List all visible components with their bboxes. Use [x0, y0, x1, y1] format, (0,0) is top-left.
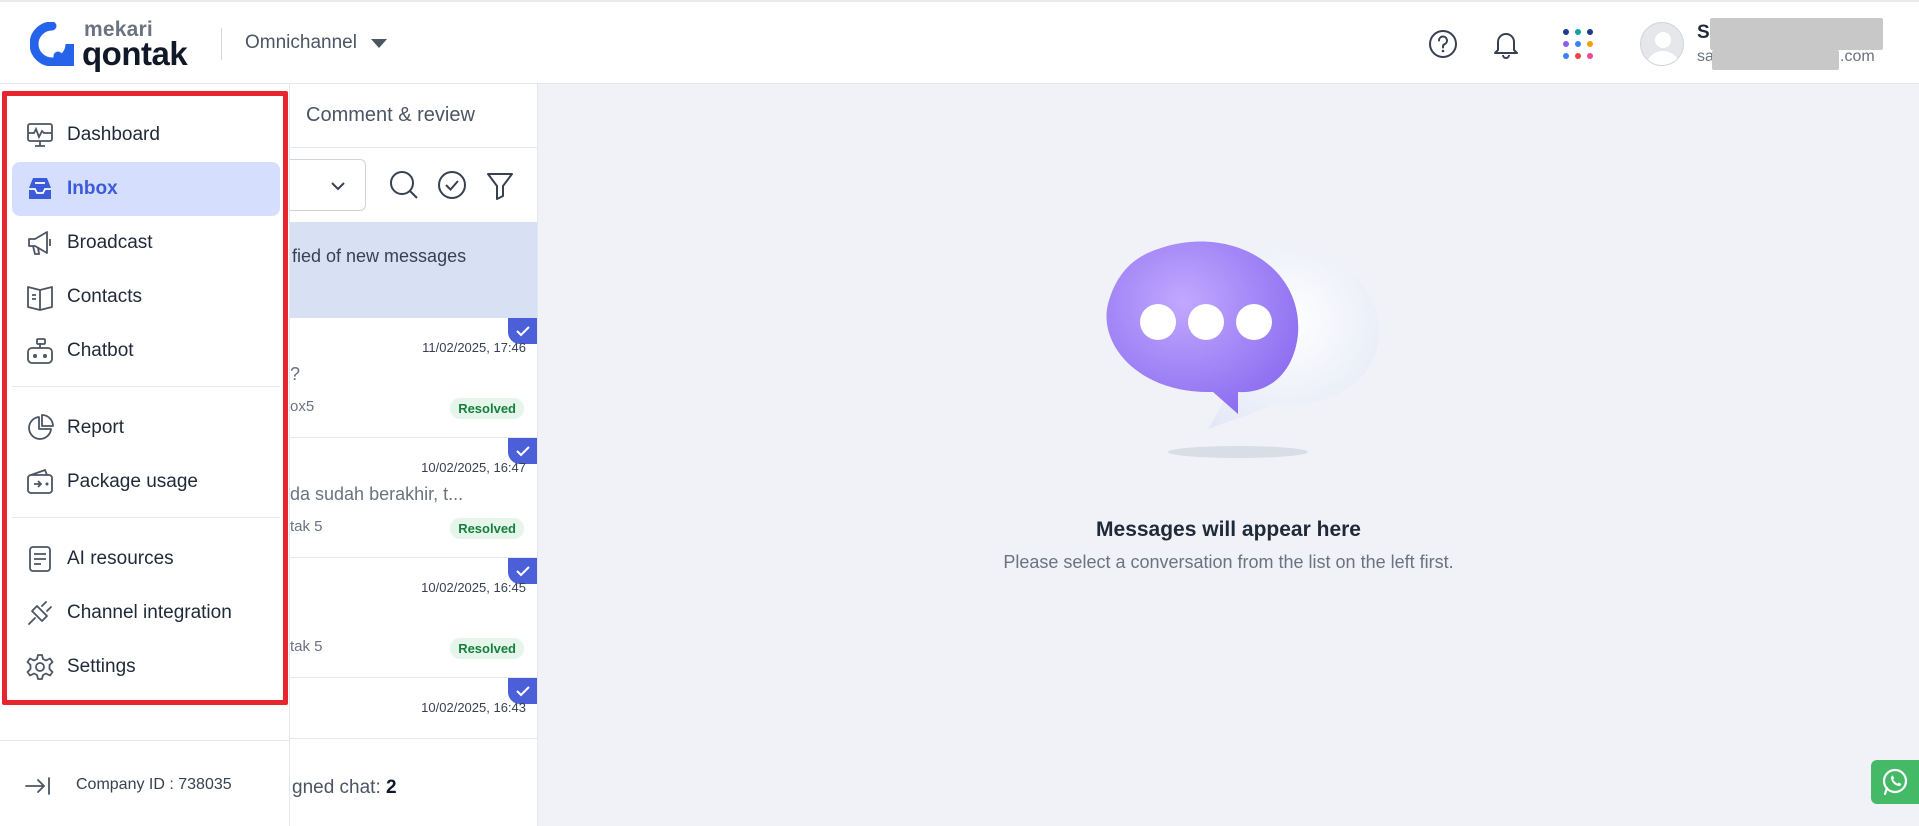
caret-down-icon: [370, 38, 387, 48]
product-switcher[interactable]: Omnichannel: [245, 32, 387, 54]
conversation-list-panel: Comment & review fied of new messages 11…: [290, 84, 538, 826]
inbox-tray-icon: [25, 174, 55, 204]
sidebar-navigation: Dashboard Inbox Broadcast Contacts Chatb…: [0, 84, 290, 826]
sidebar-item-broadcast[interactable]: Broadcast: [12, 216, 280, 270]
qontak-logo[interactable]: mekari qontak: [30, 18, 200, 72]
user-email-end: .com: [1840, 48, 1875, 65]
contact-book-icon: [25, 282, 55, 312]
notification-text: fied of new messages: [292, 246, 467, 266]
redacted-name: [1710, 18, 1883, 50]
qontak-logo-mark-icon: [30, 22, 74, 66]
conversation-item[interactable]: 10/02/2025, 16:47 da sudah berakhir, t..…: [290, 438, 537, 558]
sidebar-item-channel-integration[interactable]: Channel integration: [12, 586, 280, 640]
robot-icon: [25, 336, 55, 366]
conversation-filter-select[interactable]: [290, 159, 366, 211]
person-icon: [1647, 32, 1679, 65]
status-badge: Resolved: [450, 518, 524, 539]
plug-icon: [25, 598, 55, 628]
assigned-chat-footer: gned chat: 2: [290, 738, 537, 826]
assigned-count: 2: [386, 777, 397, 798]
sidebar-item-report[interactable]: Report: [12, 401, 280, 455]
sidebar-item-inbox[interactable]: Inbox: [12, 162, 280, 216]
message-empty-state: Messages will appear here Please select …: [538, 84, 1919, 826]
notification-banner[interactable]: fied of new messages: [290, 222, 537, 318]
help-icon[interactable]: [1425, 26, 1461, 62]
sidebar-item-label: Inbox: [67, 178, 118, 199]
tab-divider: [290, 147, 537, 148]
gear-icon: [25, 652, 55, 682]
sidebar-footer-divider: [0, 740, 290, 741]
sidebar-item-label: Channel integration: [67, 602, 232, 623]
sidebar-item-label: AI resources: [67, 548, 174, 569]
whatsapp-icon: [1882, 768, 1908, 796]
document-stack-icon: [25, 544, 55, 574]
search-icon[interactable]: [386, 167, 422, 203]
conversation-channel: tak 5: [290, 518, 323, 535]
assigned-chat-count: gned chat: 2: [292, 777, 397, 799]
conversation-channel: ox5: [290, 398, 315, 415]
chevron-down-icon: [331, 182, 345, 191]
conversation-time: 10/02/2025, 16:43: [421, 700, 526, 715]
sidebar-item-chatbot[interactable]: Chatbot: [12, 324, 280, 378]
chat-bubbles-illustration-icon: [1106, 241, 1380, 458]
sidebar-item-label: Contacts: [67, 286, 142, 307]
tab-comment-review[interactable]: Comment & review: [306, 104, 475, 127]
user-avatar[interactable]: [1640, 22, 1684, 66]
apps-grid-icon[interactable]: [1560, 26, 1596, 62]
company-id: Company ID : 738035: [76, 776, 232, 793]
conversation-channel: tak 5: [290, 638, 323, 655]
check-circle-icon[interactable]: [434, 167, 470, 203]
logo-qontak-text: qontak: [82, 35, 188, 72]
conversation-message: ?: [290, 364, 301, 384]
sidebar-item-label: Package usage: [67, 471, 198, 492]
empty-state-title: Messages will appear here: [1096, 518, 1361, 541]
wallet-icon: [25, 467, 55, 497]
monitor-pulse-icon: [25, 120, 55, 150]
assigned-label: gned chat:: [292, 777, 381, 798]
sidebar-item-package-usage[interactable]: Package usage: [12, 455, 280, 509]
megaphone-icon: [25, 228, 55, 258]
sidebar-item-label: Dashboard: [67, 124, 160, 145]
conversation-time: 10/02/2025, 16:47: [421, 460, 526, 475]
conversation-item[interactable]: 10/02/2025, 16:45 tak 5 Resolved: [290, 558, 537, 678]
header-divider: [221, 28, 222, 60]
user-name: S: [1697, 22, 1710, 43]
bell-icon[interactable]: [1488, 26, 1524, 62]
sidebar-divider: [12, 517, 280, 518]
conversation-time: 10/02/2025, 16:45: [421, 580, 526, 595]
filter-funnel-icon[interactable]: [482, 167, 518, 203]
top-header: mekari qontak Omnichannel S sa .com: [0, 0, 1919, 84]
pie-chart-icon: [25, 413, 55, 443]
sidebar-item-contacts[interactable]: Contacts: [12, 270, 280, 324]
collapse-sidebar-icon[interactable]: [24, 772, 52, 800]
product-name: Omnichannel: [245, 32, 357, 53]
empty-state-subtitle: Please select a conversation from the li…: [1003, 552, 1454, 572]
sidebar-item-label: Broadcast: [67, 232, 153, 253]
sidebar-item-label: Report: [67, 417, 125, 438]
status-badge: Resolved: [450, 638, 524, 659]
sidebar-item-label: Settings: [67, 656, 136, 677]
sidebar-item-dashboard[interactable]: Dashboard: [12, 108, 280, 162]
redacted-email: [1712, 50, 1839, 70]
whatsapp-button[interactable]: [1871, 760, 1919, 804]
conversation-message: da sudah berakhir, t...: [290, 484, 464, 504]
status-badge: Resolved: [450, 398, 524, 419]
sidebar-item-settings[interactable]: Settings: [12, 640, 280, 694]
sidebar-divider: [12, 386, 280, 387]
sidebar-item-label: Chatbot: [67, 340, 134, 361]
conversation-item[interactable]: 11/02/2025, 17:46 ? ox5 Resolved: [290, 318, 537, 438]
conversation-time: 11/02/2025, 17:46: [422, 340, 526, 355]
sidebar-item-ai-resources[interactable]: AI resources: [12, 532, 280, 586]
